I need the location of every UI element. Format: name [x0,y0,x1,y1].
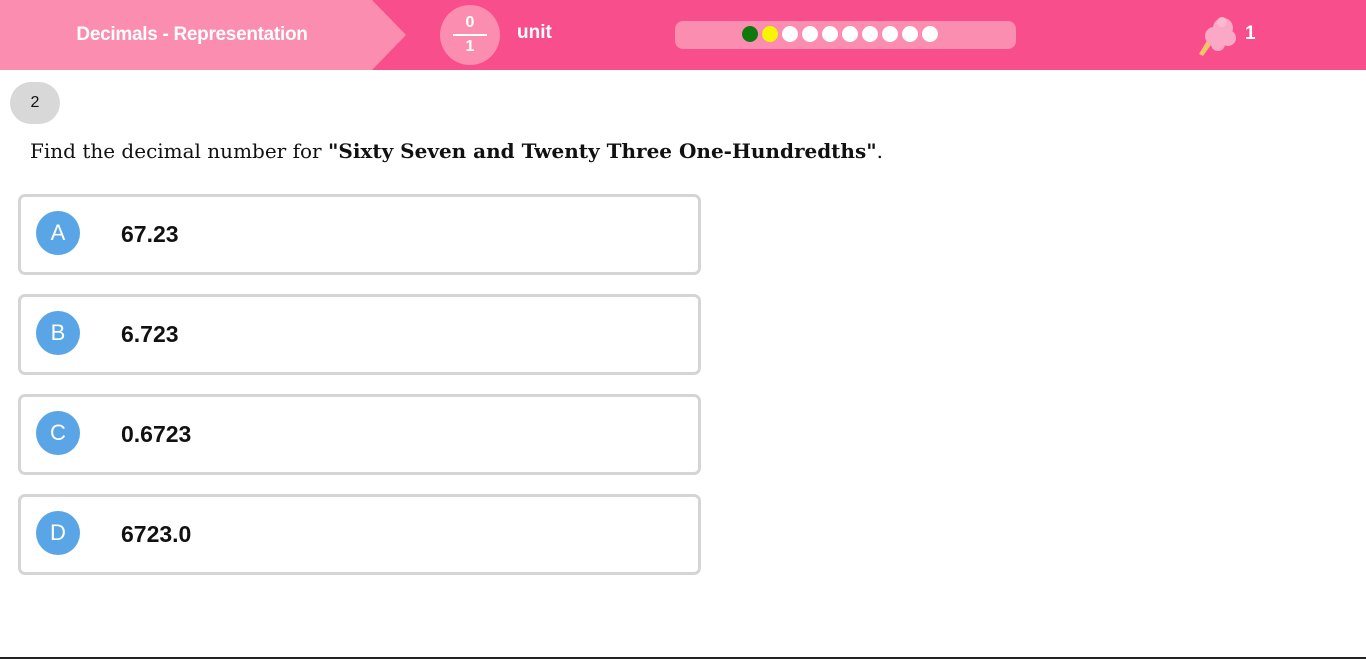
progress-dot-1 [742,26,758,42]
reward-count: 1 [1245,23,1256,44]
topic-banner: Decimals - Representation [0,0,408,70]
progress-dots [742,26,938,42]
progress-dot-5 [822,26,838,42]
progress-dot-4 [802,26,818,42]
option-letter-badge: C [36,411,80,455]
top-bar: Decimals - Representation 0 1 unit 1 [0,0,1366,70]
question-phrase: "Sixty Seven and Twenty Three One-Hundre… [327,139,877,163]
progress-dot-10 [922,26,938,42]
score-fraction: 0 1 [440,5,500,65]
option-a[interactable]: A 67.23 [18,194,701,275]
option-d[interactable]: D 6723.0 [18,494,701,575]
question-suffix: . [876,139,884,163]
option-c[interactable]: C 0.6723 [18,394,701,475]
option-b[interactable]: B 6.723 [18,294,701,375]
progress-bar [675,21,1016,49]
score-denominator: 1 [465,38,475,55]
progress-dot-8 [882,26,898,42]
progress-dot-2 [762,26,778,42]
progress-dot-9 [902,26,918,42]
unit-label: unit [517,22,552,43]
option-value: 0.6723 [121,421,192,447]
progress-dot-3 [782,26,798,42]
question-text: Find the decimal number for "Sixty Seven… [30,139,883,163]
cotton-candy-icon [1199,17,1236,56]
option-letter-badge: D [36,511,80,555]
fraction-bar [453,34,487,36]
option-value: 6723.0 [121,521,192,547]
topic-title: Decimals - Representation [76,24,308,45]
option-letter-badge: A [36,211,80,255]
progress-dot-7 [862,26,878,42]
progress-dot-6 [842,26,858,42]
score-numerator: 0 [465,14,475,31]
question-number-badge: 2 [10,82,60,124]
option-value: 6.723 [121,321,179,347]
option-value: 67.23 [121,221,179,247]
option-letter-badge: B [36,311,80,355]
question-prefix: Find the decimal number for [30,139,328,163]
